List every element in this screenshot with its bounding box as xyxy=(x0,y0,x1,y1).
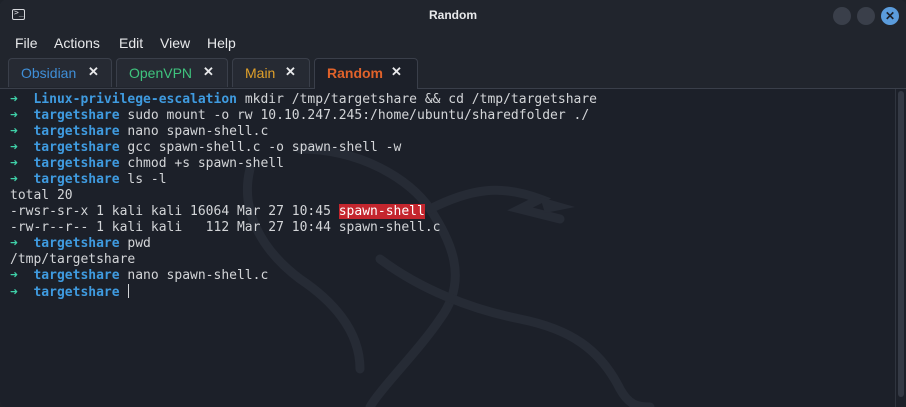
tab-close-icon[interactable]: ✕ xyxy=(203,64,214,80)
tab-close-icon[interactable]: ✕ xyxy=(285,64,296,80)
tab-obsidian[interactable]: Obsidian ✕ xyxy=(8,58,112,87)
command-text: gcc spawn-shell.c -o spawn-shell -w xyxy=(127,140,402,155)
prompt-arrow-icon: ➜ xyxy=(10,268,18,283)
prompt-directory: targetshare xyxy=(33,140,120,155)
prompt-directory: targetshare xyxy=(33,156,120,171)
prompt-arrow-icon: ➜ xyxy=(10,285,18,300)
tab-label: Random xyxy=(327,65,383,81)
tab-openvpn[interactable]: OpenVPN ✕ xyxy=(116,58,228,87)
output-text: total 20 xyxy=(10,188,73,203)
terminal-output[interactable]: ➜ Linux-privilege-escalation mkdir /tmp/… xyxy=(0,89,895,407)
terminal-line: ➜ targetshare nano spawn-shell.c xyxy=(10,124,597,140)
terminal-line: ➜ targetshare ls -l xyxy=(10,172,597,188)
menu-actions[interactable]: Actions xyxy=(54,35,100,51)
prompt-directory: targetshare xyxy=(33,268,120,283)
prompt-directory: targetshare xyxy=(33,124,120,139)
highlighted-filename: spawn-shell xyxy=(338,204,425,219)
prompt-arrow-icon: ➜ xyxy=(10,172,18,187)
prompt-arrow-icon: ➜ xyxy=(10,92,18,107)
maximize-button[interactable] xyxy=(857,7,875,25)
prompt-arrow-icon: ➜ xyxy=(10,140,18,155)
terminal-window: >_ Random ✕ File Actions Edit View Help … xyxy=(0,0,906,407)
window-title: Random xyxy=(429,8,477,22)
close-window-button[interactable]: ✕ xyxy=(881,7,899,25)
terminal-line: ➜ targetshare gcc spawn-shell.c -o spawn… xyxy=(10,140,597,156)
output-text: /tmp/targetshare xyxy=(10,252,136,267)
prompt-arrow-icon: ➜ xyxy=(10,108,18,123)
menu-file[interactable]: File xyxy=(15,35,38,51)
prompt-arrow-icon: ➜ xyxy=(10,156,18,171)
terminal-line: total 20 xyxy=(10,188,597,204)
terminal-scrollbar[interactable] xyxy=(895,89,906,407)
command-text: mkdir /tmp/targetshare && cd /tmp/target… xyxy=(244,92,598,107)
prompt-directory: targetshare xyxy=(33,108,120,123)
prompt-directory: targetshare xyxy=(33,236,120,251)
prompt-arrow-icon: ➜ xyxy=(10,124,18,139)
tab-random[interactable]: Random ✕ xyxy=(314,58,418,89)
tab-label: Obsidian xyxy=(21,65,77,81)
menu-view[interactable]: View xyxy=(160,35,190,51)
command-text: ls -l xyxy=(127,172,167,187)
output-text: -rwsr-sr-x 1 kali kali 16064 Mar 27 10:4… xyxy=(10,204,339,219)
scrollbar-thumb[interactable] xyxy=(898,91,904,397)
prompt-arrow-icon: ➜ xyxy=(10,236,18,251)
terminal-line: /tmp/targetshare xyxy=(10,252,597,268)
title-bar[interactable]: >_ Random ✕ xyxy=(0,0,906,32)
terminal-line: ➜ targetshare xyxy=(10,284,597,300)
terminal-line: ➜ targetshare chmod +s spawn-shell xyxy=(10,156,597,172)
command-text: chmod +s spawn-shell xyxy=(127,156,284,171)
tab-close-icon[interactable]: ✕ xyxy=(88,64,99,80)
menu-bar: File Actions Edit View Help xyxy=(0,32,906,56)
minimize-button[interactable] xyxy=(833,7,851,25)
prompt-directory: targetshare xyxy=(33,172,120,187)
text-cursor xyxy=(128,284,130,298)
command-text: nano spawn-shell.c xyxy=(127,268,269,283)
terminal-line: ➜ targetshare sudo mount -o rw 10.10.247… xyxy=(10,108,597,124)
menu-help[interactable]: Help xyxy=(207,35,236,51)
prompt-directory: targetshare xyxy=(33,285,120,300)
command-text: sudo mount -o rw 10.10.247.245:/home/ubu… xyxy=(127,108,590,123)
terminal-line: -rwsr-sr-x 1 kali kali 16064 Mar 27 10:4… xyxy=(10,204,597,220)
command-text: nano spawn-shell.c xyxy=(127,124,269,139)
close-icon: ✕ xyxy=(884,9,896,23)
tab-bar: Obsidian ✕ OpenVPN ✕ Main ✕ Random ✕ xyxy=(0,56,906,89)
tab-label: Main xyxy=(245,65,276,81)
menu-edit[interactable]: Edit xyxy=(119,35,143,51)
tab-close-icon[interactable]: ✕ xyxy=(391,64,402,80)
tab-label: OpenVPN xyxy=(129,65,193,81)
prompt-directory: Linux-privilege-escalation xyxy=(33,92,237,107)
terminal-line: ➜ targetshare nano spawn-shell.c xyxy=(10,268,597,284)
command-text: pwd xyxy=(127,236,151,251)
terminal-lines: ➜ Linux-privilege-escalation mkdir /tmp/… xyxy=(10,92,597,300)
output-text: -rw-r--r-- 1 kali kali 112 Mar 27 10:44 … xyxy=(10,220,441,235)
tab-main[interactable]: Main ✕ xyxy=(232,58,310,87)
terminal-line: -rw-r--r-- 1 kali kali 112 Mar 27 10:44 … xyxy=(10,220,597,236)
terminal-line: ➜ Linux-privilege-escalation mkdir /tmp/… xyxy=(10,92,597,108)
terminal-line: ➜ targetshare pwd xyxy=(10,236,597,252)
